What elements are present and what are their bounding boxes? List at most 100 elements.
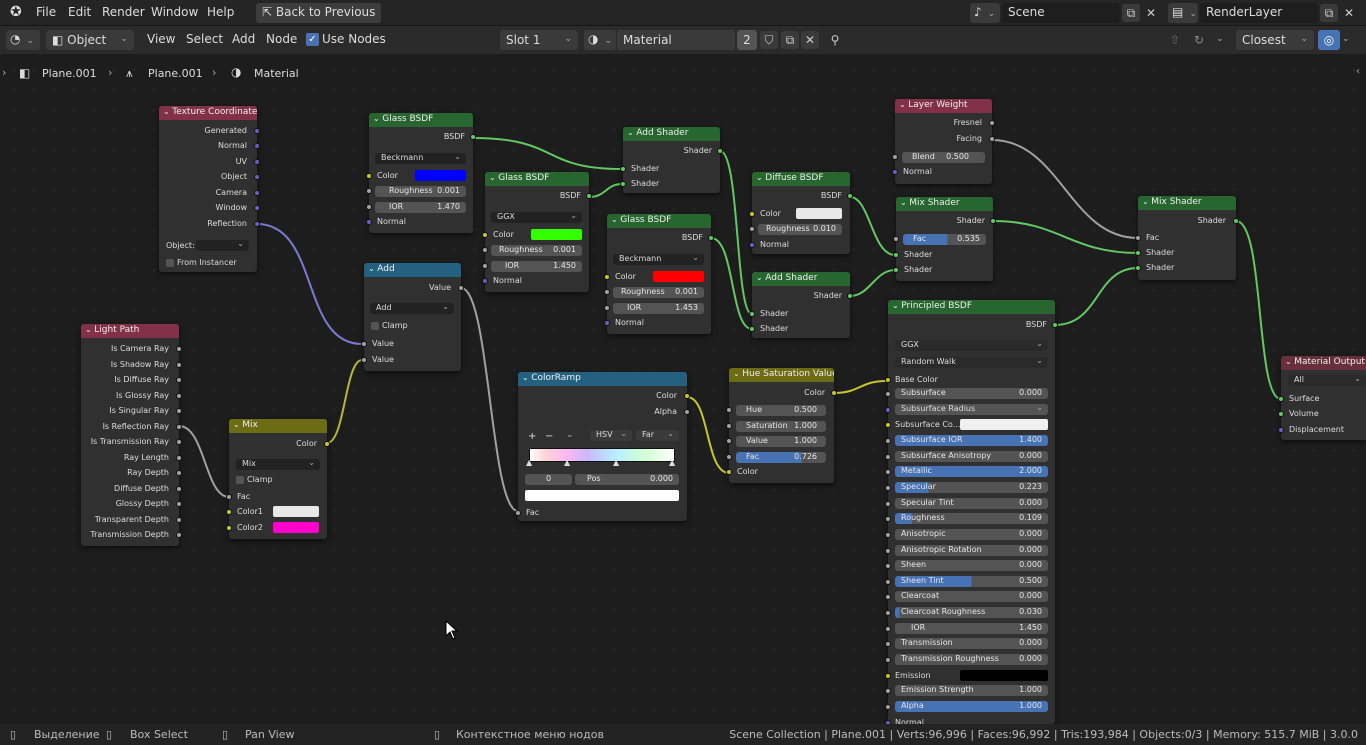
subsurface-ior-field[interactable]: Subsurface IOR 1.400 (895, 434, 1048, 446)
clamp-checkbox[interactable]: Clamp (236, 475, 273, 484)
object-field[interactable] (196, 239, 249, 251)
node-header[interactable]: Add (364, 263, 461, 277)
specular-field[interactable]: Specular 0.223 (895, 481, 1048, 493)
shader-type-dropdown[interactable]: ◧ Object ⌄ (46, 30, 134, 50)
blend-field[interactable]: Blend 0.500 (902, 152, 985, 163)
menu-view[interactable]: View (147, 32, 175, 46)
socket[interactable] (366, 188, 372, 194)
node-glass-bsdf-1[interactable]: Glass BSDF BSDF Beckmann Color Roughness… (366, 113, 476, 233)
color-swatch[interactable] (653, 271, 704, 282)
socket[interactable] (176, 532, 182, 538)
socket[interactable] (893, 236, 899, 242)
socket[interactable] (1135, 235, 1141, 241)
socket[interactable] (726, 438, 732, 444)
socket[interactable] (515, 510, 521, 516)
socket[interactable] (1278, 427, 1284, 433)
socket[interactable] (1278, 396, 1284, 402)
node-header[interactable]: Add Shader (623, 127, 720, 141)
interpolation-dropdown[interactable]: Far (636, 429, 679, 441)
pin-icon[interactable]: ⚲ (826, 31, 844, 49)
snap-element-dropdown[interactable]: Closest ⌄ (1236, 30, 1314, 50)
socket[interactable] (885, 594, 891, 601)
socket[interactable] (366, 219, 372, 225)
socket[interactable] (254, 159, 260, 165)
ramp-menu-chevron-icon[interactable]: ⌄ (566, 430, 574, 440)
socket[interactable] (176, 361, 182, 368)
distribution-dropdown[interactable]: GGX (895, 339, 1048, 351)
socket[interactable] (684, 409, 690, 415)
color1-swatch[interactable] (273, 506, 319, 517)
parent-node-tree-icon[interactable]: ⇧ (1166, 31, 1184, 49)
socket[interactable] (885, 657, 891, 664)
scene-name-field[interactable]: Scene (1002, 3, 1120, 23)
socket[interactable] (885, 641, 891, 648)
delete-view-layer-icon[interactable]: ✕ (1340, 4, 1358, 22)
socket[interactable] (726, 454, 732, 460)
node-header[interactable]: Texture Coordinate (159, 106, 257, 120)
socket[interactable] (176, 377, 182, 383)
socket[interactable] (684, 393, 690, 399)
socket[interactable] (254, 205, 260, 211)
socket[interactable] (254, 221, 260, 227)
socket[interactable] (620, 181, 626, 187)
new-scene-icon[interactable]: ⧉ (1122, 4, 1140, 22)
menu-window[interactable]: Window (151, 5, 198, 19)
back-to-previous-button[interactable]: ⇱ Back to Previous (256, 3, 382, 23)
editor-type-button[interactable]: ◔ ⌄ (6, 30, 40, 50)
socket[interactable] (1135, 265, 1141, 271)
roughness-field[interactable]: Roughness 0.010 (758, 224, 842, 235)
color-swatch[interactable] (796, 208, 842, 219)
socket[interactable] (726, 469, 732, 475)
color2-swatch[interactable] (273, 522, 319, 533)
roughness-field[interactable]: Roughness 0.109 (895, 513, 1048, 525)
node-material-output[interactable]: Material Output All Surface Volume Displ… (1278, 356, 1366, 440)
roughness-field[interactable]: Roughness 0.001 (375, 186, 466, 197)
socket[interactable] (749, 242, 755, 248)
ior-field[interactable]: IOR 1.470 (375, 202, 466, 213)
socket[interactable] (885, 625, 891, 632)
target-dropdown[interactable]: All (1288, 374, 1366, 386)
socket[interactable] (254, 143, 260, 149)
socket[interactable] (885, 469, 891, 476)
socket[interactable] (604, 305, 610, 311)
metallic-field[interactable]: Metallic 2.000 (895, 466, 1048, 478)
roughness-field[interactable]: Roughness 0.001 (491, 245, 582, 256)
snap-dropdown-arrow[interactable]: ⌄ (1216, 34, 1224, 44)
menu-node[interactable]: Node (266, 32, 297, 46)
color-swatch[interactable] (415, 170, 466, 181)
socket[interactable] (885, 578, 891, 585)
socket[interactable] (176, 470, 182, 476)
anisotropic-field[interactable]: Anisotropic 0.000 (895, 528, 1048, 540)
subsurface-method-dropdown[interactable]: Random Walk (895, 356, 1048, 368)
socket[interactable] (847, 293, 853, 299)
node-header[interactable]: Glass BSDF (485, 172, 589, 186)
node-header[interactable]: Glass BSDF (607, 214, 711, 228)
socket[interactable] (893, 267, 899, 273)
ramp-stop-marker-1[interactable]: ▲ (526, 458, 532, 467)
socket[interactable] (1135, 250, 1141, 256)
socket[interactable] (254, 128, 260, 134)
node-header[interactable]: Principled BSDF (888, 300, 1055, 314)
view-layer-name-field[interactable]: RenderLayer (1200, 3, 1318, 23)
hue-field[interactable]: Hue 0.500 (736, 405, 826, 416)
value-field[interactable]: Value 1.000 (736, 436, 826, 447)
menu-help[interactable]: Help (207, 5, 234, 19)
socket[interactable] (361, 341, 367, 347)
socket[interactable] (831, 390, 837, 396)
unlink-material-icon[interactable]: ✕ (801, 31, 819, 49)
socket[interactable] (482, 263, 488, 269)
socket[interactable] (885, 688, 891, 695)
distribution-dropdown[interactable]: GGX (491, 211, 582, 223)
clearcoat-field[interactable]: Clearcoat 0.000 (895, 591, 1048, 603)
active-stop-index-field[interactable]: 0 (525, 474, 572, 485)
socket[interactable] (482, 232, 488, 238)
view-layer-selector-button[interactable]: ▤ ⌄ (1168, 3, 1198, 23)
sheen-field[interactable]: Sheen 0.000 (895, 560, 1048, 572)
node-math-add[interactable]: Add Value Add Clamp Value Value (361, 263, 464, 371)
socket[interactable] (176, 501, 182, 507)
fake-user-shield-icon[interactable]: ⛉ (760, 31, 778, 49)
socket[interactable] (749, 226, 755, 232)
stop-position-field[interactable]: Pos 0.000 (575, 474, 679, 485)
socket[interactable] (482, 247, 488, 253)
node-light-path[interactable]: Light Path Is Camera Ray Is Shadow Ray Is … (81, 324, 182, 546)
